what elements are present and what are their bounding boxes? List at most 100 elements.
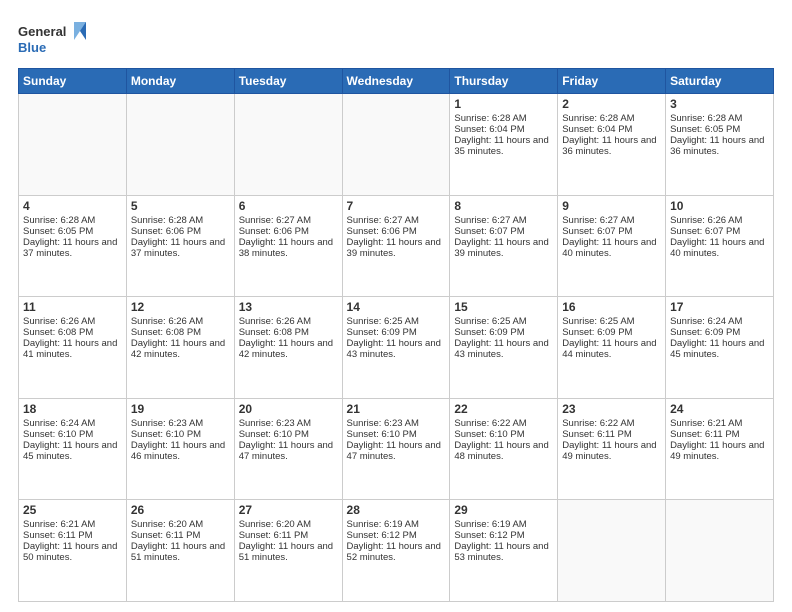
day-info: Daylight: 11 hours and 43 minutes. [454,338,553,360]
day-info: Sunrise: 6:20 AM [239,519,338,530]
day-number: 18 [23,402,122,416]
day-info: Sunset: 6:12 PM [454,530,553,541]
calendar-cell: 7Sunrise: 6:27 AMSunset: 6:06 PMDaylight… [342,195,450,297]
day-number: 5 [131,199,230,213]
calendar-cell: 11 Sunrise: 6:26 AMSunset: 6:08 PMDayligh… [19,297,127,399]
day-info: Daylight: 11 hours and 51 minutes. [239,541,338,563]
day-info: Daylight: 11 hours and 37 minutes. [131,237,230,259]
day-info: Daylight: 11 hours and 51 minutes. [131,541,230,563]
day-info: Sunset: 6:11 PM [239,530,338,541]
day-number: 20 [239,402,338,416]
calendar-cell: 23Sunrise: 6:22 AMSunset: 6:11 PMDayligh… [558,398,666,500]
day-info: Daylight: 11 hours and 52 minutes. [347,541,446,563]
calendar-cell: 9Sunrise: 6:27 AMSunset: 6:07 PMDaylight… [558,195,666,297]
day-info: Sunset: 6:10 PM [23,429,122,440]
day-info: Daylight: 11 hours and 41 minutes. [23,338,122,360]
day-info: Sunset: 6:08 PM [23,327,122,338]
day-info: Sunrise: 6:25 AM [347,316,446,327]
calendar-cell: 28Sunrise: 6:19 AMSunset: 6:12 PMDayligh… [342,500,450,602]
day-info: Sunset: 6:10 PM [347,429,446,440]
calendar-header: SundayMondayTuesdayWednesdayThursdayFrid… [19,69,774,94]
day-info: Daylight: 11 hours and 35 minutes. [454,135,553,157]
day-info: Daylight: 11 hours and 50 minutes. [23,541,122,563]
day-number: 29 [454,503,553,517]
day-number: 19 [131,402,230,416]
day-number: 25 [23,503,122,517]
day-number: 27 [239,503,338,517]
day-info: Sunset: 6:09 PM [670,327,769,338]
day-info: Sunrise: 6:28 AM [131,215,230,226]
day-info: Sunset: 6:12 PM [347,530,446,541]
calendar-cell [126,94,234,196]
day-info: Sunset: 6:10 PM [239,429,338,440]
calendar-cell: 4 Sunrise: 6:28 AMSunset: 6:05 PMDaylight… [19,195,127,297]
calendar-cell [666,500,774,602]
calendar-cell: 22Sunrise: 6:22 AMSunset: 6:10 PMDayligh… [450,398,558,500]
day-number: 11 [23,300,122,314]
day-info: Daylight: 11 hours and 38 minutes. [239,237,338,259]
day-info: Sunset: 6:07 PM [670,226,769,237]
calendar-table: SundayMondayTuesdayWednesdayThursdayFrid… [18,68,774,602]
calendar-cell [19,94,127,196]
day-info: Sunset: 6:11 PM [131,530,230,541]
week-row-4: 25Sunrise: 6:21 AMSunset: 6:11 PMDayligh… [19,500,774,602]
day-info: Sunset: 6:08 PM [239,327,338,338]
day-info: Sunrise: 6:27 AM [562,215,661,226]
day-info: Sunrise: 6:26 AM [23,316,122,327]
day-info: Sunrise: 6:19 AM [454,519,553,530]
page: General Blue SundayMondayTuesdayWednesda… [0,0,792,612]
day-number: 10 [670,199,769,213]
calendar-cell: 12Sunrise: 6:26 AMSunset: 6:08 PMDayligh… [126,297,234,399]
logo-svg: General Blue [18,18,88,58]
day-info: Sunrise: 6:28 AM [670,113,769,124]
week-row-3: 18Sunrise: 6:24 AMSunset: 6:10 PMDayligh… [19,398,774,500]
calendar-cell [342,94,450,196]
calendar-cell: 19Sunrise: 6:23 AMSunset: 6:10 PMDayligh… [126,398,234,500]
day-info: Daylight: 11 hours and 44 minutes. [562,338,661,360]
day-info: Daylight: 11 hours and 39 minutes. [454,237,553,259]
calendar-cell: 26Sunrise: 6:20 AMSunset: 6:11 PMDayligh… [126,500,234,602]
day-info: Sunset: 6:05 PM [670,124,769,135]
day-number: 7 [347,199,446,213]
day-info: Daylight: 11 hours and 36 minutes. [670,135,769,157]
day-number: 14 [347,300,446,314]
day-info: Sunset: 6:06 PM [131,226,230,237]
calendar-cell: 16Sunrise: 6:25 AMSunset: 6:09 PMDayligh… [558,297,666,399]
week-row-0: 1Sunrise: 6:28 AMSunset: 6:04 PMDaylight… [19,94,774,196]
day-info: Sunset: 6:11 PM [562,429,661,440]
week-row-1: 4Sunrise: 6:28 AMSunset: 6:05 PMDaylight… [19,195,774,297]
calendar-cell: 21Sunrise: 6:23 AMSunset: 6:10 PMDayligh… [342,398,450,500]
day-number: 4 [23,199,122,213]
calendar-cell: 17Sunrise: 6:24 AMSunset: 6:09 PMDayligh… [666,297,774,399]
calendar-cell: 13Sunrise: 6:26 AMSunset: 6:08 PMDayligh… [234,297,342,399]
calendar-cell: 2Sunrise: 6:28 AMSunset: 6:04 PMDaylight… [558,94,666,196]
weekday-header-tuesday: Tuesday [234,69,342,94]
day-info: Daylight: 11 hours and 45 minutes. [23,440,122,462]
day-info: Daylight: 11 hours and 42 minutes. [239,338,338,360]
day-info: Sunrise: 6:19 AM [347,519,446,530]
weekday-header-monday: Monday [126,69,234,94]
day-number: 3 [670,97,769,111]
day-number: 23 [562,402,661,416]
day-info: Sunrise: 6:23 AM [347,418,446,429]
calendar-cell: 20Sunrise: 6:23 AMSunset: 6:10 PMDayligh… [234,398,342,500]
day-info: Sunset: 6:08 PM [131,327,230,338]
calendar-cell: 29Sunrise: 6:19 AMSunset: 6:12 PMDayligh… [450,500,558,602]
day-info: Daylight: 11 hours and 37 minutes. [23,237,122,259]
day-number: 6 [239,199,338,213]
day-info: Sunrise: 6:24 AM [23,418,122,429]
day-info: Daylight: 11 hours and 45 minutes. [670,338,769,360]
svg-text:Blue: Blue [18,40,46,55]
day-info: Sunset: 6:04 PM [562,124,661,135]
day-info: Daylight: 11 hours and 48 minutes. [454,440,553,462]
day-info: Sunrise: 6:28 AM [23,215,122,226]
day-number: 16 [562,300,661,314]
calendar-cell: 15Sunrise: 6:25 AMSunset: 6:09 PMDayligh… [450,297,558,399]
day-info: Sunrise: 6:28 AM [454,113,553,124]
day-info: Sunset: 6:05 PM [23,226,122,237]
day-number: 2 [562,97,661,111]
day-info: Sunrise: 6:26 AM [131,316,230,327]
day-info: Daylight: 11 hours and 47 minutes. [347,440,446,462]
logo: General Blue [18,18,88,58]
day-info: Sunset: 6:09 PM [347,327,446,338]
